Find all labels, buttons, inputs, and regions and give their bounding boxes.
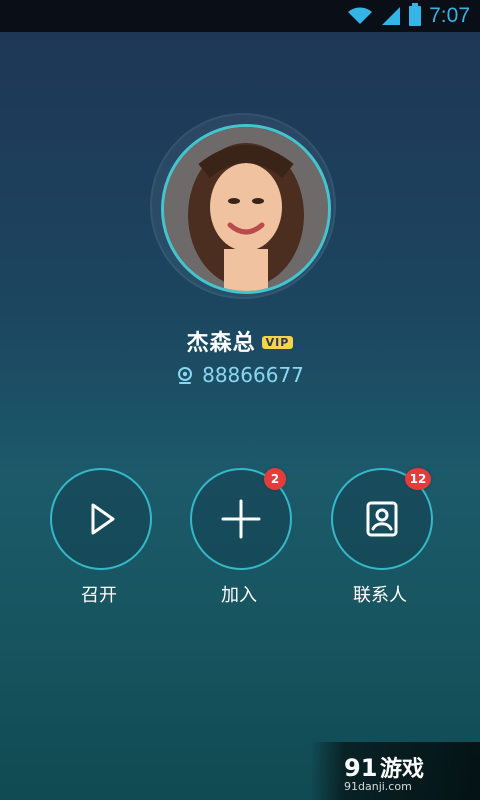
meeting-id-icon: [178, 366, 193, 384]
vip-badge: VIP: [261, 335, 294, 349]
contacts-icon: [366, 501, 398, 537]
avatar-photo: [164, 127, 328, 291]
signal-icon: [382, 7, 401, 25]
start-meeting-label: 召开: [81, 585, 117, 606]
status-bar: 7:07: [0, 0, 480, 32]
status-icons: 7:07: [347, 0, 470, 32]
profile-name: 杰森总: [186, 331, 256, 356]
join-badge: 2: [264, 468, 286, 490]
join-meeting-label: 加入: [221, 585, 257, 606]
watermark: 91 游戏 91danji.com: [310, 742, 480, 800]
svg-text:91: 91: [344, 754, 377, 782]
svg-text:游戏: 游戏: [380, 756, 424, 782]
profile-id: 88866677: [202, 363, 304, 387]
plus-icon: [221, 499, 261, 539]
contacts-label: 联系人: [353, 585, 407, 606]
contacts-button[interactable]: 12: [331, 468, 433, 570]
watermark-logo: 91 游戏 91danji.com: [344, 754, 424, 793]
status-time: 7:07: [429, 4, 470, 27]
start-meeting-button[interactable]: [50, 468, 152, 570]
profile-name-row: 杰森总 VIP: [0, 325, 480, 357]
svg-text:91danji.com: 91danji.com: [344, 780, 412, 793]
contacts-badge: 12: [405, 468, 431, 490]
profile-id-row: 88866677: [0, 363, 480, 387]
avatar[interactable]: [161, 124, 331, 294]
battery-icon: [409, 3, 422, 26]
join-meeting-button[interactable]: 2: [190, 468, 292, 570]
wifi-icon: [348, 7, 373, 24]
play-icon: [91, 503, 115, 535]
